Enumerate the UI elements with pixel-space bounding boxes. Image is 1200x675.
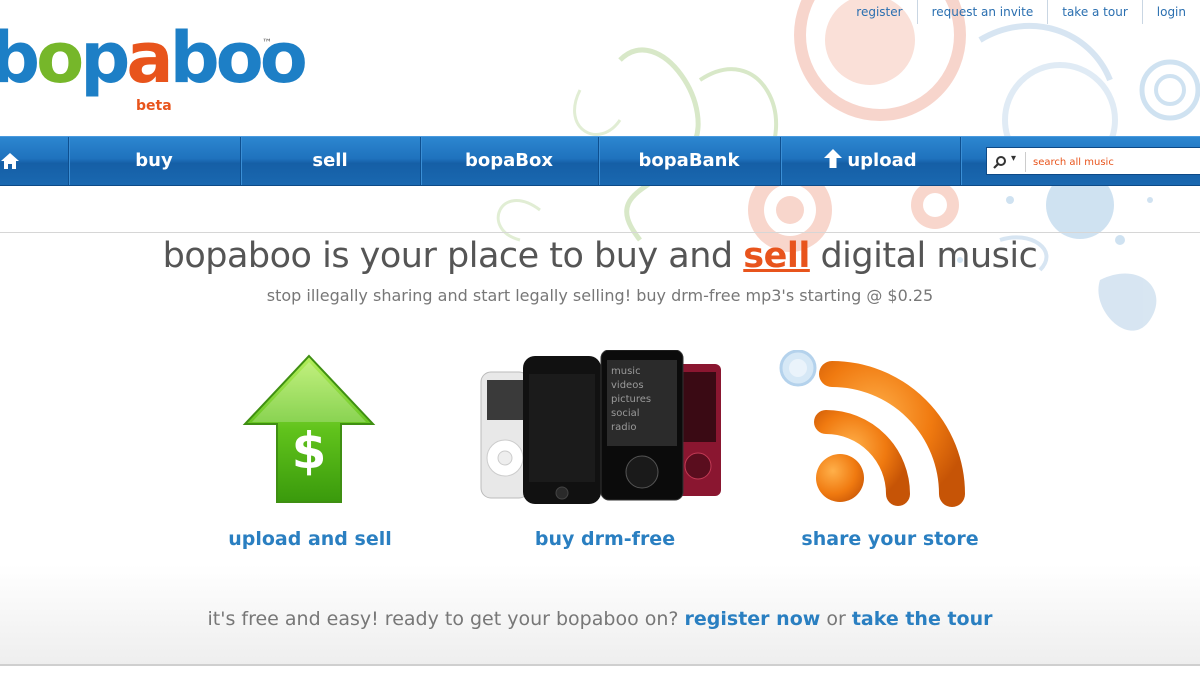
search-input[interactable] [1031,148,1200,176]
nav-sell[interactable]: sell [240,137,421,185]
nav-home[interactable] [0,137,69,185]
feature-share-your-store[interactable]: share your store [760,350,1020,560]
music-players-image: music videos pictures social radio [480,350,721,504]
nav-bopabox[interactable]: bopaBox [420,137,599,185]
buy-drm-free-link[interactable]: buy drm-free [475,528,735,550]
nav-bopabank[interactable]: bopaBank [598,137,781,185]
nav-sell-label: sell [312,150,348,171]
upload-arrow-icon [824,149,843,168]
player-screen-line: radio [611,422,636,433]
nav-buy-label: buy [135,150,173,171]
take-the-tour-link[interactable]: take the tour [852,608,993,630]
home-icon [1,153,19,169]
request-invite-link[interactable]: request an invite [916,0,1048,24]
footer-divider [0,664,1200,666]
nav-bopabox-label: bopaBox [465,150,553,171]
nav-bopabank-label: bopaBank [638,150,740,171]
register-link[interactable]: register [842,0,916,24]
upload-and-sell-link[interactable]: upload and sell [180,528,440,550]
headline-sell-emphasis[interactable]: sell [743,236,810,276]
player-screen-line: videos [611,380,644,391]
header-divider [0,232,1200,233]
svg-text:$: $ [292,422,327,480]
headline-text-end: digital music [809,236,1038,276]
page-headline: bopaboo is your place to buy and sell di… [0,236,1200,276]
share-your-store-link[interactable]: share your store [760,528,1020,550]
player-screen-line: music [611,366,641,377]
nav-upload-label: upload [847,150,917,171]
nav-buy[interactable]: buy [68,137,241,185]
search-icon[interactable] [993,155,1007,169]
logo-letter: b [0,17,40,99]
orange-rss-feed-icon [779,350,965,507]
nav-upload[interactable]: upload [780,137,961,185]
cta-or: or [820,608,852,630]
logo-wordmark: bopaboo [0,17,308,99]
take-tour-link[interactable]: take a tour [1047,0,1142,24]
bopaboo-logo[interactable]: bopaboo ™ beta [0,14,308,114]
headline-text-start: bopaboo is your place to buy and [162,236,744,276]
logo-letter: boo [169,17,308,99]
search-scope-dropdown-icon[interactable]: ▾ [1011,153,1016,164]
top-account-links: register request an invite take a tour l… [842,0,1200,24]
login-link[interactable]: login [1141,0,1200,24]
green-dollar-upload-arrow-icon: $ [242,354,376,503]
player-screen-line: social [611,408,640,419]
beta-badge: beta [136,98,172,114]
player-screen-line: pictures [611,394,651,405]
feature-buy-drm-free[interactable]: music videos pictures social radio buy d… [475,350,735,560]
page-subheadline: stop illegally sharing and start legally… [266,286,934,305]
logo-letter: p [80,17,130,99]
logo-letter: o [36,17,84,99]
logo-letter: a [126,17,173,99]
register-now-link[interactable]: register now [685,608,821,630]
search-box: ▾ [986,147,1200,176]
search-divider [1025,152,1026,172]
cta-text: it's free and easy! ready to get your bo… [207,608,685,630]
trademark-symbol: ™ [262,38,272,49]
feature-upload-and-sell[interactable]: $ upload and sell [180,350,440,560]
call-to-action: it's free and easy! ready to get your bo… [0,608,1200,630]
